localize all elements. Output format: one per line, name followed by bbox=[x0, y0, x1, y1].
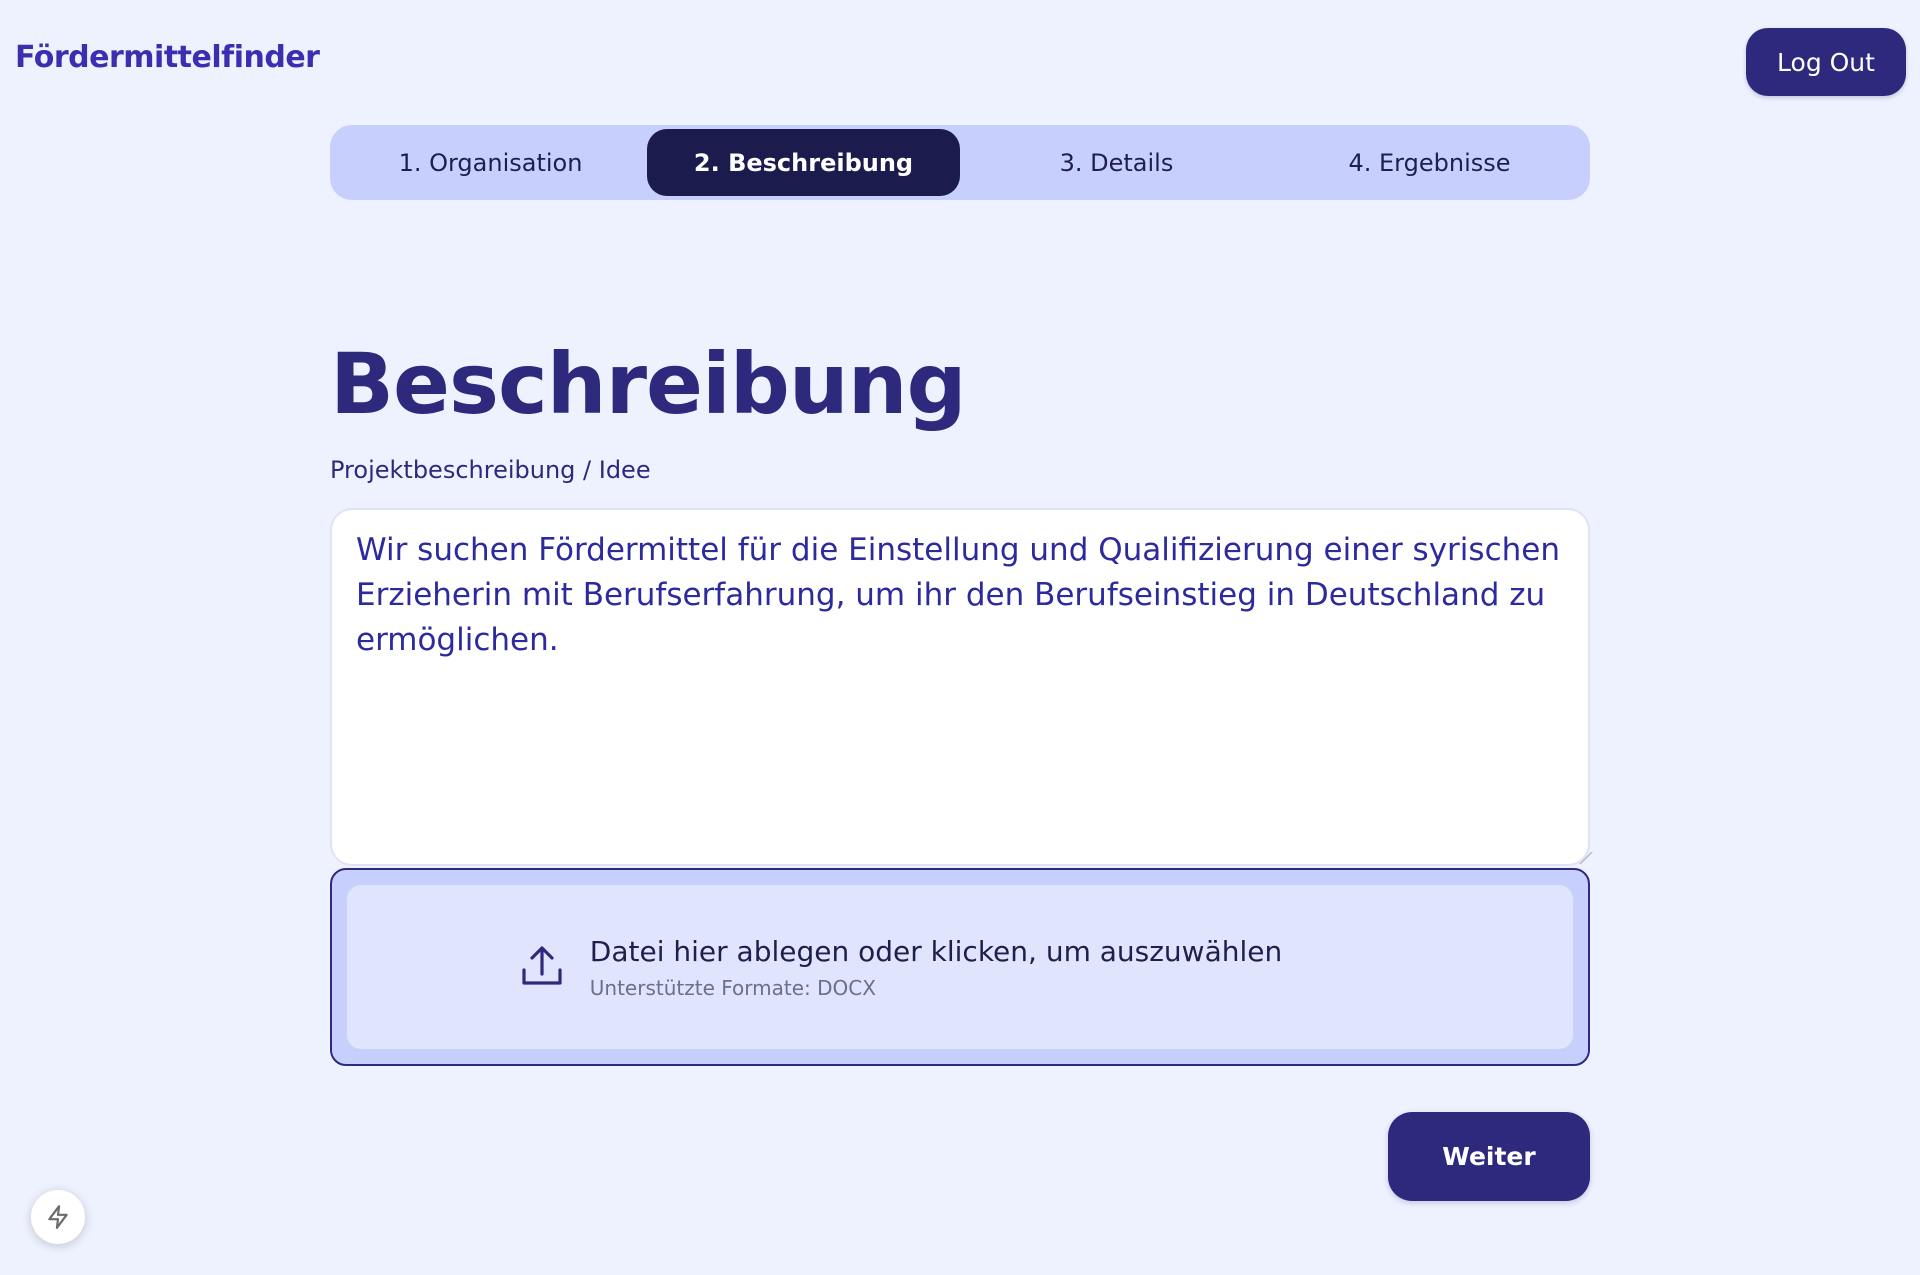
next-button[interactable]: Weiter bbox=[1388, 1112, 1590, 1201]
page-title: Beschreibung bbox=[330, 335, 967, 433]
step-navigation: 1. Organisation 2. Beschreibung 3. Detai… bbox=[330, 125, 1590, 200]
description-label: Projektbeschreibung / Idee bbox=[330, 456, 651, 484]
step-beschreibung[interactable]: 2. Beschreibung bbox=[647, 129, 960, 196]
brand-logo[interactable]: Fördermittelfinder bbox=[15, 40, 320, 75]
upload-icon bbox=[522, 946, 562, 985]
step-details[interactable]: 3. Details bbox=[960, 129, 1273, 196]
dropzone-text: Datei hier ablegen oder klicken, um ausz… bbox=[590, 935, 1282, 1000]
floating-action-button[interactable] bbox=[31, 1190, 85, 1244]
dropzone-formats-hint: Unterstützte Formate: DOCX bbox=[589, 975, 876, 1000]
step-ergebnisse[interactable]: 4. Ergebnisse bbox=[1273, 129, 1586, 196]
logout-button[interactable]: Log Out bbox=[1746, 28, 1906, 96]
dropzone-inner[interactable]: Datei hier ablegen oder klicken, um ausz… bbox=[347, 885, 1573, 1049]
file-dropzone[interactable]: Datei hier ablegen oder klicken, um ausz… bbox=[330, 868, 1590, 1066]
dropzone-main-text: Datei hier ablegen oder klicken, um ausz… bbox=[589, 934, 1283, 968]
description-textarea[interactable]: Wir suchen Fördermittel für die Einstell… bbox=[330, 508, 1590, 866]
app-root: Fördermittelfinder Log Out 1. Organisati… bbox=[0, 0, 1920, 1275]
bolt-icon bbox=[48, 1205, 68, 1229]
step-organisation[interactable]: 1. Organisation bbox=[334, 129, 647, 196]
